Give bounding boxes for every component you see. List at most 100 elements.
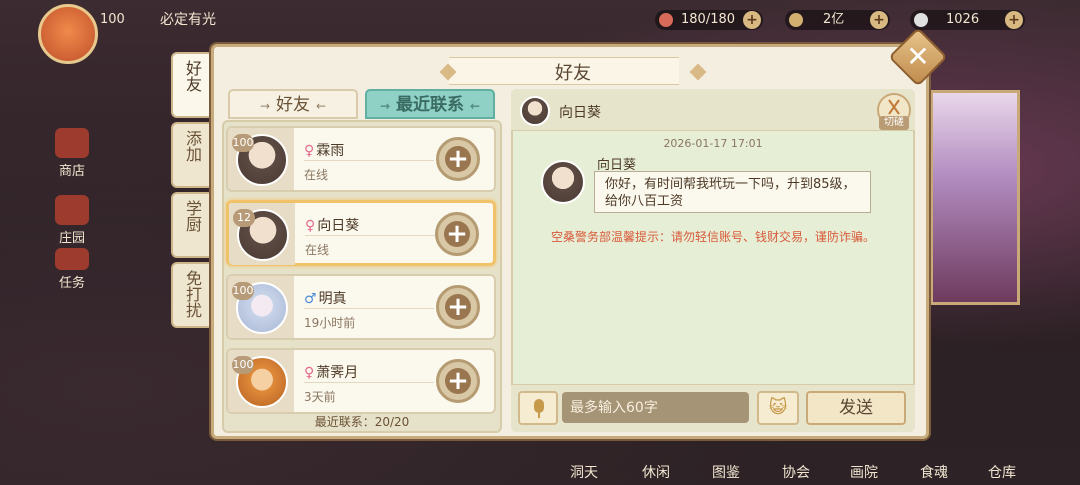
cat-face-icon: 😺 [768,397,788,418]
friend-status: 19小时前 [304,316,356,330]
manor-label: 庄园 [58,231,85,246]
message-bubble: 你好，有时间帮我玳玩一下吗，升到85级，给你八百工资 [594,171,871,213]
nav-dongtian[interactable]: 洞天 [570,462,598,482]
plus-icon: + [447,292,469,322]
friend-level: 12 [233,209,255,227]
tab-friends-label: 好友 [276,95,310,115]
contact-avatar[interactable] [520,96,550,126]
currency1-counter: 2亿 + [785,10,890,30]
side-tab-friends[interactable]: 好友 [171,52,211,118]
contact-name: 向日葵 [559,105,601,121]
tab-friends[interactable]: → 好友 ← [228,89,358,119]
friend-level: 100 [232,134,254,152]
message-timestamp: 2026-01-17 17:01 [663,137,763,150]
security-warning: 空桑警务部温馨提示：请勿轻信账号、钱财交易，谨防诈骗。 [550,230,875,244]
friend-name: 向日葵 [317,218,360,234]
nav-guild[interactable]: 协会 [782,462,810,482]
player-name: 必定有光 [160,12,216,28]
friend-card[interactable]: 100 ♀ 萧霁月 3天前 + [226,348,496,414]
side-tab-friends-label: 好友 [183,60,202,92]
arrow-icon: ← [470,99,481,113]
female-icon: ♀ [304,143,315,159]
tab-recent-label: 最近联系 [396,95,464,115]
plus-icon: + [446,219,468,249]
player-avatar[interactable] [38,4,98,64]
currency2-value: 1026 [946,12,980,27]
nav-leisure[interactable]: 休闲 [642,462,670,482]
manor-icon [55,195,89,225]
shop-button[interactable]: 商店 [40,128,104,179]
male-icon: ♂ [304,291,317,307]
side-tab-dnd-label: 免打扰 [183,270,202,318]
send-button[interactable]: 发送 [806,391,906,425]
shop-icon [55,128,89,158]
add-stamina-button[interactable]: + [743,11,761,29]
quest-icon [55,248,89,270]
friend-card-selected[interactable]: 12 ♀ 向日葵 在线 + [226,200,496,266]
friend-card[interactable]: 100 ♂ 明真 19小时前 + [226,274,496,340]
friend-name: 萧霁月 [316,365,359,381]
side-tab-add-label: 添加 [183,130,202,162]
friend-name-row: ♀ 霖雨 [304,140,344,160]
shop-label: 商店 [58,164,85,179]
manor-button[interactable]: 庄园 [40,195,104,246]
quest-button[interactable]: 任务 [40,248,104,291]
nav-gallery[interactable]: 画院 [850,462,878,482]
divider [304,382,434,383]
currency2-counter: 1026 + [910,10,1025,30]
stamina-value: 180/180 [681,12,736,27]
friend-name-row: ♂ 明真 [304,288,347,308]
add-friend-button[interactable]: + [436,285,480,329]
tab-recent-contacts[interactable]: → 最近联系 ← [365,89,495,119]
divider [304,160,434,161]
chat-input[interactable] [562,392,749,423]
friend-name: 霖雨 [316,143,345,159]
nav-warehouse[interactable]: 仓库 [988,462,1016,482]
close-icon[interactable]: ✕ [897,36,939,78]
microphone-icon [534,399,544,413]
coin-icon [789,13,803,27]
nav-atlas[interactable]: 图鉴 [712,462,740,482]
bottom-nav: 洞天 休闲 图鉴 协会 画院 食魂 仓库 [560,432,1080,485]
player-level: 100 [100,12,125,27]
currency1-value: 2亿 [823,12,845,27]
duel-icon [888,99,900,115]
side-tab-add[interactable]: 添加 [171,122,211,188]
stamina-icon [659,13,673,27]
gem-icon [914,13,928,27]
add-friend-button[interactable]: + [435,212,479,256]
friend-level: 100 [232,356,254,374]
microphone-stem [538,413,540,418]
friend-level: 100 [232,282,254,300]
friend-card[interactable]: 100 ♀ 霖雨 在线 + [226,126,496,192]
nav-food-soul[interactable]: 食魂 [920,462,948,482]
arrow-icon: → [379,99,390,113]
divider [304,308,434,309]
arrow-icon: → [259,99,270,113]
add-friend-button[interactable]: + [436,137,480,181]
duel-label: 切磋 [879,116,909,130]
friend-status: 3天前 [304,390,336,404]
side-tab-do-not-disturb[interactable]: 免打扰 [171,262,211,328]
panel-title: 好友 [555,63,591,84]
add-friend-button[interactable]: + [436,359,480,403]
emoji-button[interactable]: 😺 [757,391,799,425]
event-poster[interactable] [930,90,1020,305]
quest-label: 任务 [58,276,85,291]
message-avatar[interactable] [541,160,585,204]
friend-name: 明真 [318,291,347,307]
arrow-icon: ← [316,99,327,113]
female-icon: ♀ [305,218,316,234]
add-currency1-button[interactable]: + [870,11,888,29]
recent-contacts-count: 最近联系：20/20 [314,415,410,429]
friend-name-row: ♀ 向日葵 [305,215,359,235]
divider [305,235,435,236]
side-tab-cooking[interactable]: 学厨 [171,192,211,258]
side-tab-cooking-label: 学厨 [183,200,202,232]
friend-name-row: ♀ 萧霁月 [304,362,358,382]
plus-icon: + [447,366,469,396]
friend-status: 在线 [304,168,329,182]
plus-icon: + [447,144,469,174]
add-currency2-button[interactable]: + [1005,11,1023,29]
voice-button[interactable] [518,391,558,425]
